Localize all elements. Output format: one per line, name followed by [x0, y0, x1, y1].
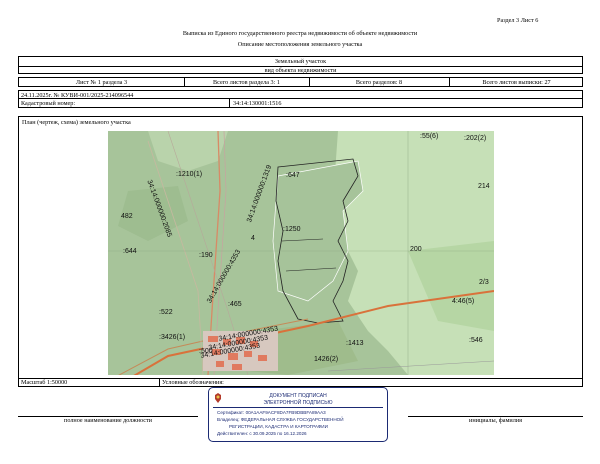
- scale-legend-row: Масштаб 1:50000 Условные обозначения:: [18, 379, 583, 387]
- position-caption: полное наименование должности: [64, 417, 152, 424]
- divider: [229, 99, 230, 107]
- stamp-certificate: Сертификат: 00A1AAF9ACF8DA7FB9DBBFA89AA3: [217, 410, 326, 415]
- map-label: :522: [159, 309, 173, 316]
- map-label: :546: [469, 337, 483, 344]
- sheet-number: Лист № 1 раздела 3: [75, 78, 128, 86]
- object-type-caption: вид объекта недвижимости: [264, 66, 337, 74]
- document-title: Выписка из Единого государственного реес…: [182, 30, 418, 37]
- map-label: :644: [123, 248, 137, 255]
- section-page-indicator: Раздел 3 Лист 6: [497, 17, 539, 24]
- info-row-date: 24.11.2025г. № КУВИ-001/2025-214096544: [18, 90, 583, 99]
- map-label: 482: [121, 213, 133, 220]
- legend-label: Условные обозначения:: [162, 379, 224, 386]
- map-label: :647: [286, 172, 300, 179]
- divider: [159, 379, 160, 386]
- stamp-owner-cont: РЕГИСТРАЦИИ, КАДАСТРА И КАРТОГРАФИИ: [229, 424, 328, 429]
- total-extract-sheets: Всего листов выписки: 27: [482, 78, 551, 86]
- map-label: :55(6): [420, 133, 439, 140]
- extract-date-number: 24.11.2025г. № КУВИ-001/2025-214096544: [21, 91, 134, 99]
- total-sections: Всего разделов: 8: [355, 78, 403, 86]
- cadastral-number-value: 34:14:130001:1516: [233, 99, 282, 107]
- map-label: 2/3: [479, 279, 489, 286]
- stamp-owner: Владелец: ФЕДЕРАЛЬНАЯ СЛУЖБА ГОСУДАРСТВЕ…: [217, 417, 344, 422]
- map-label: 200: [410, 246, 422, 253]
- sheet-row: Лист № 1 раздела 3 Всего листов раздела …: [18, 77, 583, 87]
- cadastral-number-label: Кадастровый номер:: [21, 99, 76, 107]
- info-row-cadastral: Кадастровый номер: 34:14:130001:1516: [18, 99, 583, 108]
- document-subtitle: Описание местоположения земельного участ…: [237, 41, 363, 48]
- map-label: :202(2): [464, 135, 487, 142]
- object-type: Земельный участок: [274, 57, 327, 65]
- plan-title: План (чертеж, схема) земельного участка: [22, 119, 131, 126]
- map-label: :190: [199, 252, 213, 259]
- map-label: :3426(1): [159, 334, 186, 341]
- map-label: :1210(1): [176, 171, 203, 178]
- stamp-subtitle: ЭЛЕКТРОННОЙ ПОДПИСЬЮ: [263, 400, 333, 406]
- stamp-validity: Действителен: с 30.09.2025 по 16.12.2026: [217, 431, 307, 436]
- map-label: 1426(2): [314, 356, 339, 363]
- map-label: 4: [251, 235, 255, 242]
- e-signature-stamp: ДОКУМЕНТ ПОДПИСАН ЭЛЕКТРОННОЙ ПОДПИСЬЮ С…: [208, 387, 388, 442]
- total-section-sheets: Всего листов раздела 3: 1: [213, 78, 280, 86]
- map-label: 4:46(5): [452, 298, 475, 305]
- map-label: :1250: [283, 226, 301, 233]
- cadastral-map[interactable]: :55(6) :202(2) :1210(1) :647 214 482 :12…: [108, 131, 494, 375]
- object-type-box: Земельный участок вид объекта недвижимос…: [18, 56, 583, 74]
- map-label: 214: [478, 183, 490, 190]
- divider: [213, 407, 383, 408]
- map-scale: Масштаб 1:50000: [21, 379, 68, 386]
- map-label: :1413: [346, 340, 364, 347]
- name-caption: инициалы, фамилия: [469, 417, 522, 424]
- map-label: :465: [228, 301, 242, 308]
- stamp-title: ДОКУМЕНТ ПОДПИСАН: [269, 393, 327, 399]
